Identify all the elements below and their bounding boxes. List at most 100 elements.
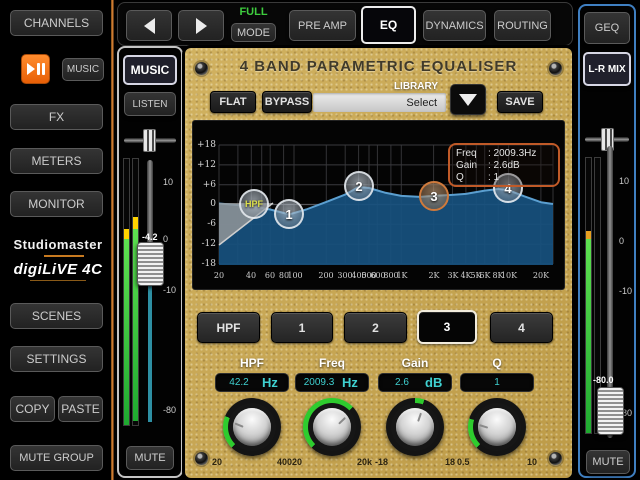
sidebar-item-music[interactable]: MUSIC bbox=[62, 58, 104, 81]
brand-logo: Studiomaster bbox=[8, 236, 108, 257]
band-2-label: 2 bbox=[372, 321, 379, 335]
next-channel-button[interactable] bbox=[178, 10, 224, 41]
right-scale-10: 10 bbox=[619, 176, 637, 186]
listen-button[interactable]: LISTEN bbox=[124, 92, 176, 116]
x-label-10k: 10K bbox=[501, 271, 517, 280]
left-fader-track-lower[interactable] bbox=[148, 280, 152, 422]
y-label-m18: -18 bbox=[195, 259, 216, 269]
chevron-down-icon bbox=[459, 94, 477, 106]
gain-value: 2.6 bbox=[379, 377, 425, 388]
control-q: Q 1 0.5 10 bbox=[455, 356, 539, 470]
band-button-hpf[interactable]: HPF bbox=[197, 312, 260, 343]
mute-group-button[interactable]: MUTE GROUP bbox=[10, 445, 103, 471]
gain-knob[interactable] bbox=[386, 398, 444, 456]
right-meter-green bbox=[586, 239, 591, 433]
tab-pre-amp[interactable]: PRE AMP bbox=[289, 10, 356, 41]
screw-bottom-left bbox=[195, 452, 208, 465]
right-fader-handle[interactable] bbox=[597, 387, 624, 435]
right-mute-button[interactable]: MUTE bbox=[586, 450, 630, 474]
eq-graph[interactable]: +18 +12 +6 0 -6 -12 -18 20 40 60 80 100 … bbox=[192, 120, 565, 290]
sidebar: CHANNELS MUSIC FX METERS MONITOR Studiom… bbox=[0, 0, 112, 480]
flat-label: FLAT bbox=[219, 96, 246, 108]
sidebar-item-settings[interactable]: SETTINGS bbox=[10, 346, 103, 372]
flat-button[interactable]: FLAT bbox=[210, 91, 256, 113]
control-hpf: HPF 42.2Hz 20 400 bbox=[210, 356, 294, 470]
hpf-unit: Hz bbox=[262, 375, 288, 390]
q-knob[interactable] bbox=[468, 398, 526, 456]
gain-display: 2.6dB bbox=[378, 373, 452, 392]
library-dropdown-button[interactable] bbox=[450, 84, 486, 115]
bypass-button[interactable]: BYPASS bbox=[262, 91, 312, 113]
left-meter-1-green bbox=[124, 239, 129, 425]
x-label-6k: 6K bbox=[479, 271, 490, 280]
listen-label: LISTEN bbox=[132, 99, 167, 110]
topbar: FULL MODE PRE AMP EQ DYNAMICS ROUTING bbox=[117, 2, 573, 46]
control-gain: Gain 2.6dB -18 18 bbox=[373, 356, 457, 470]
info-q-row: Q: 1 bbox=[456, 172, 552, 184]
save-button[interactable]: SAVE bbox=[497, 91, 543, 113]
brand-text: Studiomaster bbox=[13, 237, 102, 252]
tab-routing[interactable]: ROUTING bbox=[494, 10, 551, 41]
band-button-2[interactable]: 2 bbox=[344, 312, 407, 343]
channel-strip: MUSIC LISTEN 10 0 -10 -80 -4.2 MUTE bbox=[117, 46, 183, 478]
sidebar-divider bbox=[111, 0, 114, 480]
paste-button[interactable]: PASTE bbox=[58, 396, 103, 422]
eq-node-3[interactable]: 3 bbox=[419, 181, 449, 211]
band-info-box: Freq: 2009.3Hz Gain: 2.6dB Q: 1 bbox=[448, 143, 560, 187]
channel-name-button[interactable]: MUSIC bbox=[123, 55, 177, 85]
left-pan-handle[interactable] bbox=[143, 129, 156, 152]
right-meter-left bbox=[585, 157, 592, 434]
gain-control-label: Gain bbox=[373, 356, 457, 370]
left-mute-button[interactable]: MUTE bbox=[126, 446, 174, 470]
freq-knob[interactable] bbox=[303, 398, 361, 456]
hpf-value: 42.2 bbox=[216, 377, 262, 388]
sidebar-item-fx[interactable]: FX bbox=[10, 104, 103, 130]
eq-node-hpf[interactable]: HPF bbox=[239, 189, 269, 219]
eq-node-1[interactable]: 1 bbox=[274, 199, 304, 229]
y-label-m12: -12 bbox=[195, 239, 216, 249]
left-scale-minus80: -80 bbox=[163, 405, 181, 415]
freq-display: 2009.3Hz bbox=[295, 373, 369, 392]
band-button-4[interactable]: 4 bbox=[490, 312, 553, 343]
right-meter-peak bbox=[586, 231, 591, 239]
sidebar-item-scenes[interactable]: SCENES bbox=[10, 303, 103, 329]
hpf-control-label: HPF bbox=[210, 356, 294, 370]
left-fader-handle[interactable] bbox=[137, 242, 164, 286]
library-select[interactable]: Select bbox=[313, 93, 446, 112]
x-label-300: 300 bbox=[337, 271, 352, 280]
mode-indicator: FULL bbox=[226, 6, 281, 18]
model-underline bbox=[30, 280, 86, 281]
geq-button[interactable]: GEQ bbox=[584, 12, 630, 44]
eq-panel: 4 BAND PARAMETRIC EQUALISER FLAT BYPASS … bbox=[185, 48, 572, 478]
mode-button[interactable]: MODE bbox=[231, 23, 276, 42]
sidebar-item-meters[interactable]: METERS bbox=[10, 148, 103, 174]
tab-dynamics[interactable]: DYNAMICS bbox=[423, 10, 486, 41]
gain-min: -18 bbox=[375, 457, 388, 467]
save-label: SAVE bbox=[505, 96, 534, 108]
right-mute-label: MUTE bbox=[592, 456, 623, 468]
sidebar-item-monitor[interactable]: MONITOR bbox=[10, 191, 103, 217]
lr-mix-button[interactable]: L-R MIX bbox=[583, 52, 631, 86]
monitor-label: MONITOR bbox=[28, 197, 84, 211]
freq-control-label: Freq bbox=[290, 356, 374, 370]
tab-eq[interactable]: EQ bbox=[361, 6, 416, 44]
left-meter-1-peak bbox=[124, 229, 129, 239]
x-label-60: 60 bbox=[265, 271, 275, 280]
copy-button[interactable]: COPY bbox=[10, 396, 55, 422]
model-logo: digiLiVE 4C bbox=[8, 261, 108, 281]
sidebar-item-channels[interactable]: CHANNELS bbox=[10, 10, 103, 36]
hpf-knob[interactable] bbox=[223, 398, 281, 456]
band-button-1[interactable]: 1 bbox=[271, 312, 333, 343]
y-label-6: +6 bbox=[195, 180, 216, 190]
x-label-40: 40 bbox=[246, 271, 256, 280]
prev-channel-button[interactable] bbox=[126, 10, 172, 41]
band-1-label: 1 bbox=[299, 321, 306, 335]
eq-node-2[interactable]: 2 bbox=[344, 171, 374, 201]
play-pause-button[interactable] bbox=[21, 54, 50, 84]
info-gain-row: Gain: 2.6dB bbox=[456, 160, 552, 172]
x-label-2k: 2K bbox=[428, 271, 439, 280]
x-label-200: 200 bbox=[318, 271, 333, 280]
band-hpf-label: HPF bbox=[217, 321, 241, 335]
mode-label: MODE bbox=[237, 27, 270, 39]
band-button-3[interactable]: 3 bbox=[417, 310, 477, 344]
